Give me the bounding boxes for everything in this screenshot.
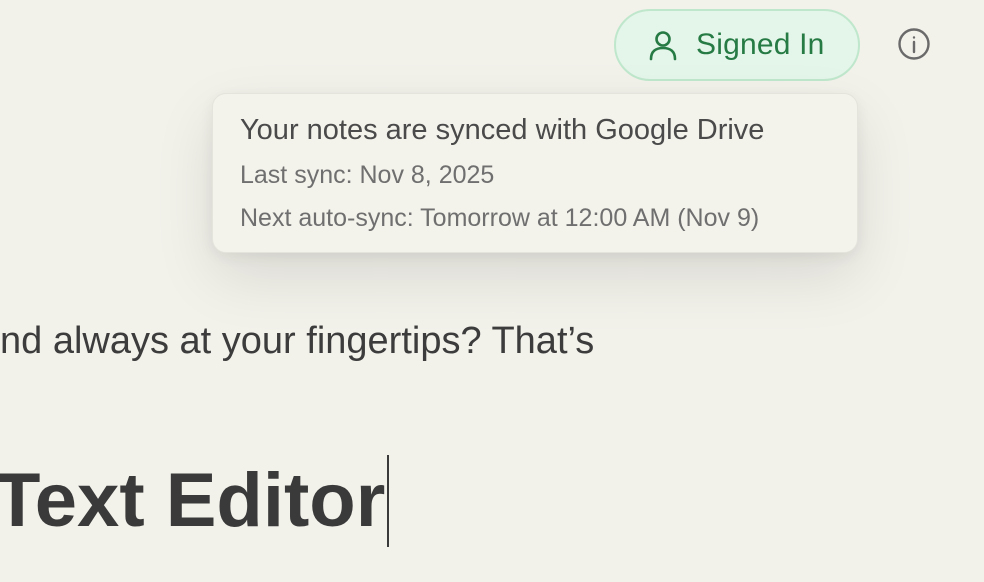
user-icon [646,28,680,62]
info-button[interactable] [895,27,933,65]
signed-in-label: Signed In [696,28,825,61]
editor-heading-text: Text Editor [0,458,386,543]
info-icon [897,27,931,66]
text-caret [387,455,390,547]
editor-heading[interactable]: Text Editor [0,455,390,547]
signed-in-button[interactable]: Signed In [614,9,860,81]
sync-status-tooltip: Your notes are synced with Google Drive … [212,93,858,253]
last-sync-text: Last sync: Nov 8, 2025 [240,161,495,189]
next-sync-text: Next auto-sync: Tomorrow at 12:00 AM (No… [240,204,760,232]
sync-message: Your notes are synced with Google Drive [240,114,765,146]
editor-body-text[interactable]: nd always at your fingertips? That’s [0,318,594,364]
